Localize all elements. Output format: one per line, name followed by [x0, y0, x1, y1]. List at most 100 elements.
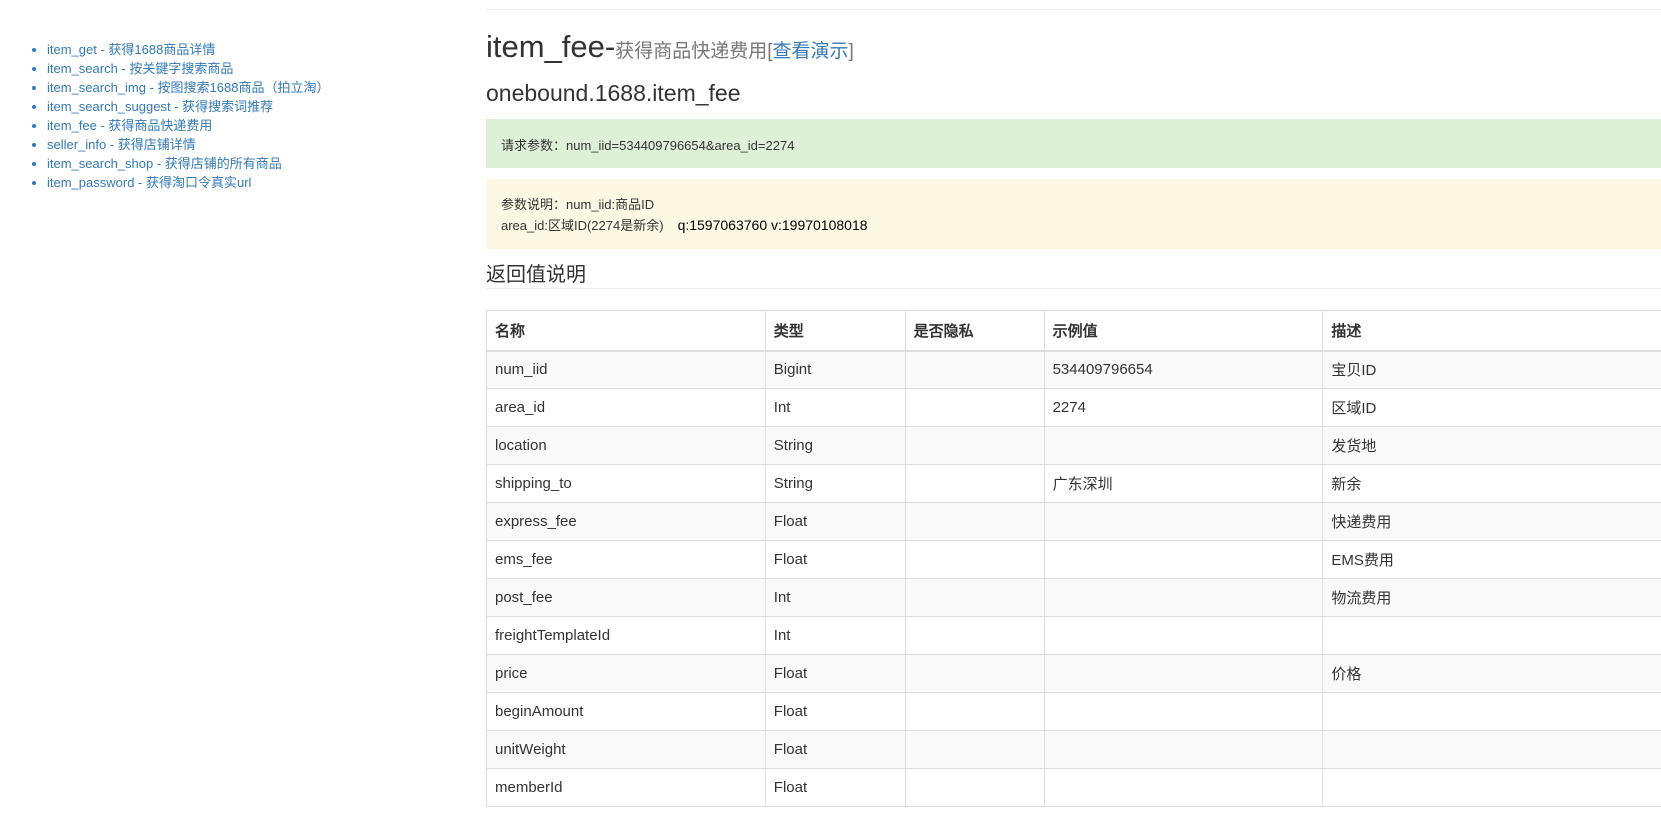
return-values-heading: 返回值说明 — [486, 264, 586, 286]
demo-link[interactable]: 查看演示 — [773, 41, 849, 62]
cell-private — [904, 654, 1045, 693]
sidebar-link-item-search-suggest[interactable]: item_search_suggest - 获得搜索词推荐 — [47, 99, 273, 114]
cell-name: num_iid — [486, 350, 766, 389]
cell-type: Float — [764, 692, 906, 731]
table-row: location String 发货地 — [486, 426, 1661, 465]
table-row: price Float 价格 — [486, 654, 1661, 693]
api-list: item_get - 获得1688商品详情 item_search - 按关键字… — [0, 40, 430, 192]
sidebar-link-seller-info[interactable]: seller_info - 获得店铺详情 — [47, 137, 196, 152]
cell-description — [1322, 768, 1661, 807]
cell-description: 价格 — [1322, 654, 1661, 693]
cell-type: Float — [764, 502, 906, 541]
column-header-description: 描述 — [1322, 310, 1661, 352]
section-divider — [486, 288, 1661, 289]
top-divider — [486, 9, 1661, 10]
cell-example — [1043, 502, 1324, 541]
param-description-line1: 参数说明：num_iid:商品ID — [501, 197, 655, 212]
cell-type: Bigint — [764, 350, 906, 389]
api-list-item: item_search_suggest - 获得搜索词推荐 — [47, 97, 430, 116]
request-params-text: 请求参数：num_iid=534409796654&area_id=2274 — [501, 138, 795, 153]
cell-name: memberId — [486, 768, 766, 807]
cell-example — [1043, 540, 1324, 579]
cell-type: Float — [764, 540, 906, 579]
api-list-item: item_search_shop - 获得店铺的所有商品 — [47, 154, 430, 173]
cell-type: Int — [764, 616, 906, 655]
sidebar-link-item-fee[interactable]: item_fee - 获得商品快递费用 — [47, 118, 212, 133]
table-row: shipping_to String 广东深圳 新余 — [486, 464, 1661, 503]
page-title-main: item_fee- — [486, 29, 616, 64]
cell-example: 2274 — [1043, 388, 1324, 427]
table-row: unitWeight Float — [486, 730, 1661, 769]
cell-description — [1322, 730, 1661, 769]
cell-example — [1043, 768, 1324, 807]
api-list-item: item_get - 获得1688商品详情 — [47, 40, 430, 59]
cell-private — [904, 350, 1045, 389]
cell-example — [1043, 654, 1324, 693]
cell-example — [1043, 578, 1324, 617]
cell-type: String — [764, 426, 906, 465]
table-body: num_iid Bigint 534409796654 宝贝ID area_id Int 2… — [486, 350, 1661, 807]
api-list-item: item_password - 获得淘口令真实url — [47, 173, 430, 192]
bracket-close: ] — [848, 41, 854, 62]
table-row: memberId Float — [486, 768, 1661, 807]
cell-private — [904, 768, 1045, 807]
table-header-row: 名称 类型 是否隐私 示例值 描述 — [486, 310, 1661, 352]
contact-info: q:1597063760 v:19970108018 — [677, 217, 868, 233]
table-row: freightTemplateId Int — [486, 616, 1661, 655]
sidebar-link-item-search[interactable]: item_search - 按关键字搜索商品 — [47, 61, 233, 76]
cell-description — [1322, 616, 1661, 655]
column-header-example: 示例值 — [1043, 310, 1324, 352]
cell-name: freightTemplateId — [486, 616, 766, 655]
cell-private — [904, 730, 1045, 769]
table-row: ems_fee Float EMS费用 — [486, 540, 1661, 579]
param-description-box: 参数说明：num_iid:商品ID area_id:区域ID(2274是新余) q… — [486, 179, 1661, 249]
cell-description: 宝贝ID — [1322, 350, 1661, 389]
table-row: beginAmount Float — [486, 692, 1661, 731]
column-header-type: 类型 — [764, 310, 906, 352]
sidebar-link-item-get[interactable]: item_get - 获得1688商品详情 — [47, 42, 215, 57]
cell-example — [1043, 426, 1324, 465]
cell-type: Int — [764, 578, 906, 617]
page-title-subtitle: 获得商品快递费用 — [615, 41, 768, 62]
cell-private — [904, 578, 1045, 617]
cell-example: 广东深圳 — [1043, 464, 1324, 503]
sidebar-link-item-search-img[interactable]: item_search_img - 按图搜索1688商品（拍立淘） — [47, 80, 329, 95]
api-list-item: item_fee - 获得商品快递费用 — [47, 116, 430, 135]
api-list-item: item_search_img - 按图搜索1688商品（拍立淘） — [47, 78, 430, 97]
table-row: num_iid Bigint 534409796654 宝贝ID — [486, 350, 1661, 389]
sidebar-nav: item_get - 获得1688商品详情 item_search - 按关键字… — [0, 40, 430, 192]
sidebar-link-item-search-shop[interactable]: item_search_shop - 获得店铺的所有商品 — [47, 156, 282, 171]
api-name: onebound.1688.item_fee — [486, 80, 741, 106]
cell-private — [904, 692, 1045, 731]
param-description-line2-row: area_id:区域ID(2274是新余) q:1597063760 v:1997… — [501, 215, 1646, 236]
table-row: express_fee Float 快递费用 — [486, 502, 1661, 541]
api-list-item: seller_info - 获得店铺详情 — [47, 135, 430, 154]
cell-description: EMS费用 — [1322, 540, 1661, 579]
cell-private — [904, 540, 1045, 579]
cell-name: express_fee — [486, 502, 766, 541]
cell-name: shipping_to — [486, 464, 766, 503]
cell-private — [904, 388, 1045, 427]
cell-description — [1322, 692, 1661, 731]
cell-type: Float — [764, 654, 906, 693]
cell-private — [904, 426, 1045, 465]
param-description-line2: area_id:区域ID(2274是新余) — [501, 218, 664, 233]
cell-example — [1043, 616, 1324, 655]
cell-type: Float — [764, 768, 906, 807]
sidebar-link-item-password[interactable]: item_password - 获得淘口令真实url — [47, 175, 251, 190]
cell-description: 快递费用 — [1322, 502, 1661, 541]
cell-name: ems_fee — [486, 540, 766, 579]
cell-private — [904, 464, 1045, 503]
request-params-box: 请求参数：num_iid=534409796654&area_id=2274 — [486, 119, 1661, 168]
page-title: item_fee-获得商品快递费用[查看演示] — [486, 28, 854, 65]
cell-name: location — [486, 426, 766, 465]
cell-example — [1043, 692, 1324, 731]
page: item_get - 获得1688商品详情 item_search - 按关键字… — [0, 0, 1661, 817]
table-header: 名称 类型 是否隐私 示例值 描述 — [486, 310, 1661, 352]
cell-example: 534409796654 — [1043, 350, 1324, 389]
return-values-table: 名称 类型 是否隐私 示例值 描述 num_iid Bigint 534409796… — [486, 310, 1661, 807]
cell-name: price — [486, 654, 766, 693]
cell-name: post_fee — [486, 578, 766, 617]
api-list-item: item_search - 按关键字搜索商品 — [47, 59, 430, 78]
cell-type: String — [764, 464, 906, 503]
